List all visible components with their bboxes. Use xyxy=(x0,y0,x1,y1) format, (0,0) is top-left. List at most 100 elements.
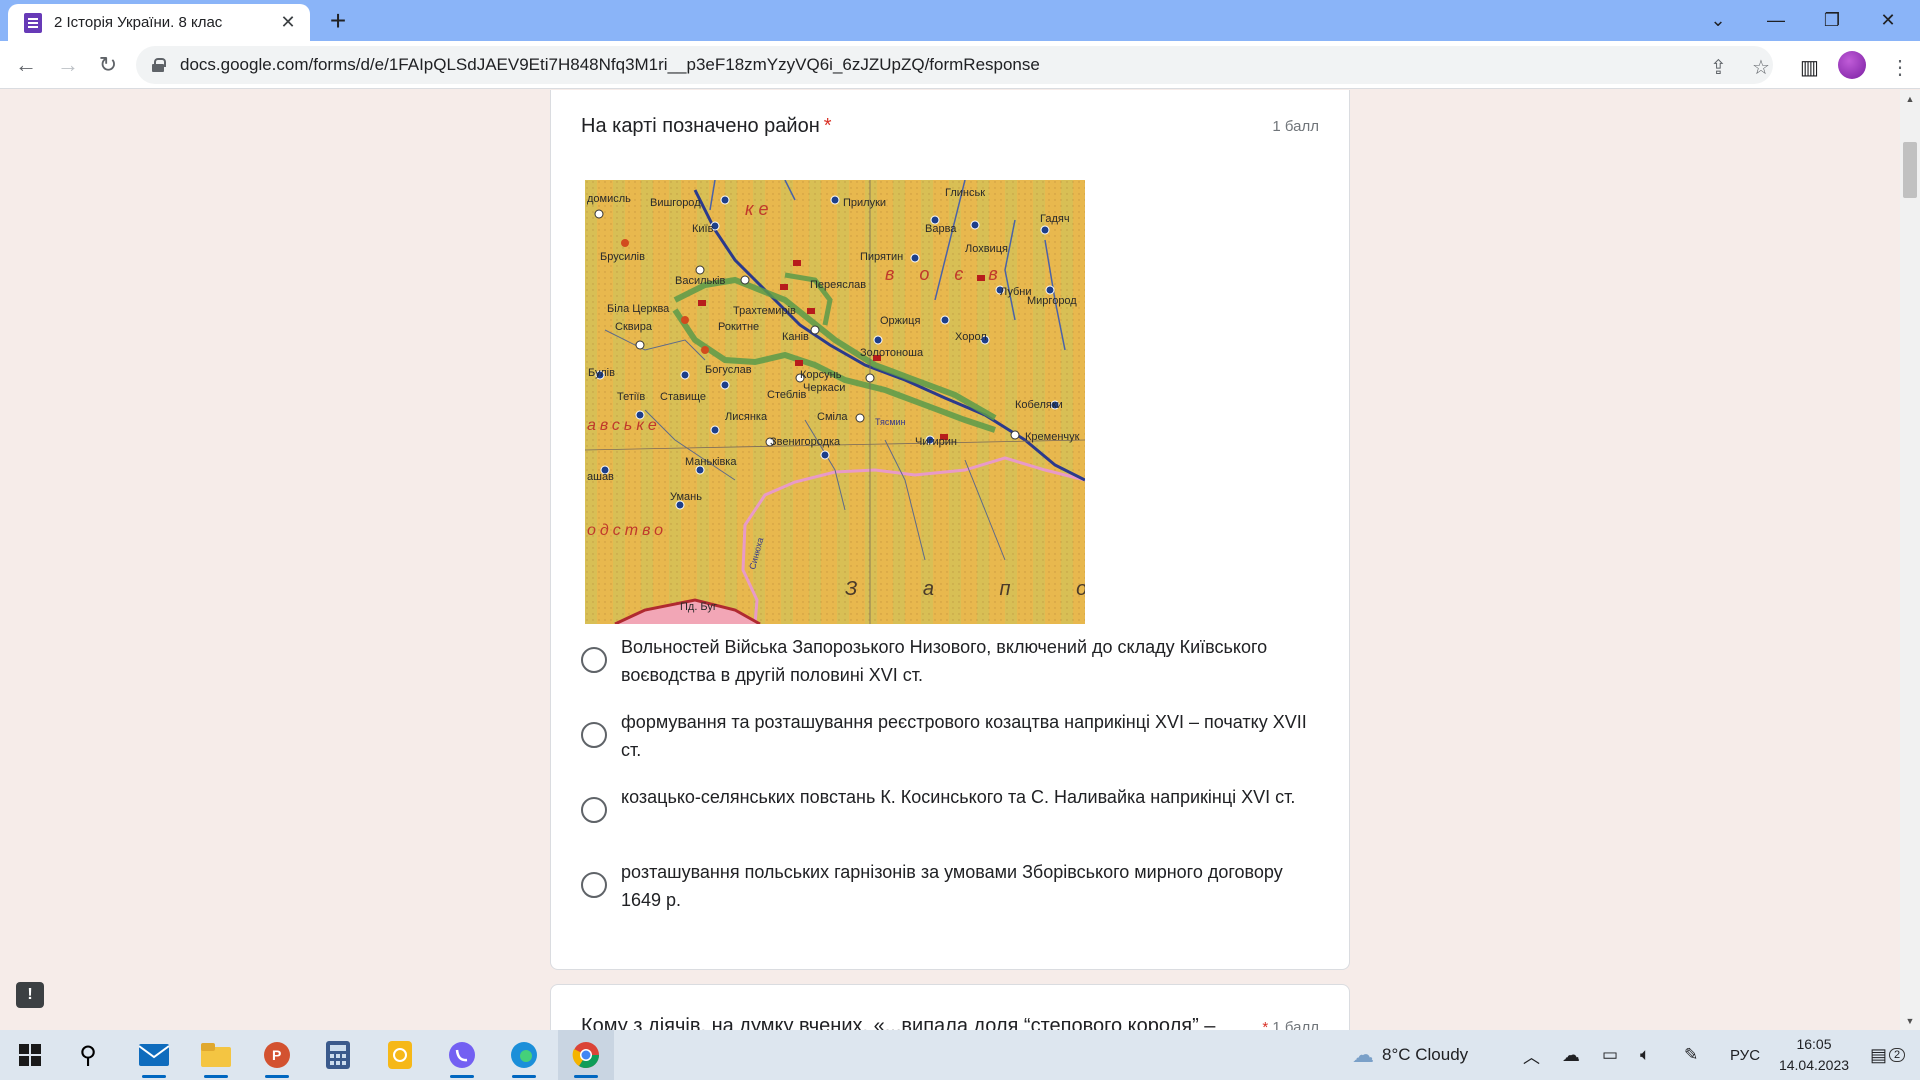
question-title: На карті позначено район * xyxy=(581,115,832,138)
svg-text:Тясмин: Тясмин xyxy=(875,417,906,427)
notification-icon: ▤ xyxy=(1870,1044,1888,1065)
question-points: 1 балл xyxy=(1272,118,1319,135)
question-card: На карті позначено район * 1 балл домисл… xyxy=(550,90,1350,970)
svg-text:Рокитне: Рокитне xyxy=(718,321,759,333)
windows-taskbar: ⚲ P ☁ 8°C Cloudy ︿ ☁ ▭ 🔈︎ ✎ РУС 16:05 14… xyxy=(0,1030,1920,1080)
search-icon[interactable]: ⚲ xyxy=(60,1030,116,1080)
profile-avatar[interactable] xyxy=(1838,51,1866,79)
show-hidden-icons-chevron-icon[interactable]: ︿ xyxy=(1523,1030,1540,1080)
svg-text:Корсунь: Корсунь xyxy=(800,369,842,381)
option-1-label[interactable]: Вольностей Війська Запорозького Низового… xyxy=(621,633,1321,689)
bookmark-star-icon[interactable]: ☆ xyxy=(1752,55,1770,80)
url-text[interactable]: docs.google.com/forms/d/e/1FAIpQLSdJAEV9… xyxy=(180,55,1040,75)
calculator-icon[interactable] xyxy=(310,1030,366,1080)
sticky-app-icon[interactable] xyxy=(372,1030,428,1080)
volume-icon[interactable]: 🔈︎ xyxy=(1640,1030,1650,1080)
notifications-button[interactable]: ▤ 2 xyxy=(1870,1030,1906,1080)
tab-strip: 2 Історія України. 8 клас ✕ + ⌄ — ❐ ✕ xyxy=(0,0,1920,41)
close-window-button[interactable]: ✕ xyxy=(1860,0,1916,41)
new-tab-button[interactable]: + xyxy=(322,6,354,38)
scroll-down-arrow-icon[interactable]: ▼ xyxy=(1900,1012,1920,1030)
notification-count: 2 xyxy=(1889,1048,1906,1062)
address-bar[interactable]: docs.google.com/forms/d/e/1FAIpQLSdJAEV9… xyxy=(136,46,1773,84)
powerpoint-icon[interactable]: P xyxy=(249,1030,305,1080)
page-scrollbar[interactable]: ▲ ▼ xyxy=(1900,90,1920,1030)
back-button[interactable]: ← xyxy=(10,49,42,81)
radio-button-option-1[interactable] xyxy=(581,647,607,673)
viber-icon[interactable] xyxy=(434,1030,490,1080)
share-icon[interactable]: ⇪ xyxy=(1710,55,1727,80)
option-4[interactable]: розташування польських гарнізонів за умо… xyxy=(581,858,1321,914)
svg-text:Тетіїв: Тетіїв xyxy=(617,391,645,403)
svg-text:Кобеляки: Кобеляки xyxy=(1015,399,1063,411)
browser-tab-active[interactable]: 2 Історія України. 8 клас ✕ xyxy=(8,4,310,41)
restore-button[interactable]: ❐ xyxy=(1804,0,1860,41)
reload-button[interactable]: ↻ xyxy=(92,49,124,81)
report-feedback-icon[interactable]: ! xyxy=(16,982,44,1008)
clock[interactable]: 16:05 14.04.2023 xyxy=(1764,1034,1864,1076)
svg-text:Кременчук: Кременчук xyxy=(1025,431,1080,443)
forward-button[interactable]: → xyxy=(52,49,84,81)
radio-button-option-2[interactable] xyxy=(581,722,607,748)
tab-search-chevron-icon[interactable]: ⌄ xyxy=(1690,0,1746,41)
option-2[interactable]: формування та розташування реєстрового к… xyxy=(581,708,1321,764)
svg-text:Оржиця: Оржиця xyxy=(880,315,920,327)
svg-text:Сміла: Сміла xyxy=(817,411,848,423)
svg-text:Київ: Київ xyxy=(692,223,714,235)
file-explorer-icon[interactable] xyxy=(188,1030,244,1080)
edge-icon[interactable] xyxy=(496,1030,552,1080)
option-1[interactable]: Вольностей Війська Запорозького Низового… xyxy=(581,633,1321,689)
svg-text:Умань: Умань xyxy=(670,491,702,503)
svg-text:Переяслав: Переяслав xyxy=(810,279,866,291)
question-2-title-text: Кому з діячів, на думку вчених, «...випа… xyxy=(581,1015,1216,1030)
cloud-icon: ☁ xyxy=(1352,1042,1374,1067)
svg-text:Трахтемирів: Трахтемирів xyxy=(733,305,796,317)
svg-text:Пд. Буг: Пд. Буг xyxy=(680,601,717,613)
tab-close-icon[interactable]: ✕ xyxy=(278,12,298,33)
start-button[interactable] xyxy=(2,1030,58,1080)
svg-text:Богуслав: Богуслав xyxy=(705,364,752,376)
svg-text:к е: к е xyxy=(745,199,769,219)
weather-widget[interactable]: ☁ 8°C Cloudy xyxy=(1352,1030,1468,1080)
option-3[interactable]: козацько-селянських повстань К. Косинськ… xyxy=(581,783,1321,823)
svg-text:Біла Церква: Біла Церква xyxy=(607,303,670,315)
question-2-points-text: 1 балл xyxy=(1272,1019,1319,1030)
required-asterisk-2: * xyxy=(1262,1019,1269,1030)
minimize-button[interactable]: — xyxy=(1748,0,1804,41)
navigation-bar: ← → ↻ docs.google.com/forms/d/e/1FAIpQLS… xyxy=(0,41,1920,89)
svg-text:Лисянка: Лисянка xyxy=(725,411,768,423)
svg-text:Маньківка: Маньківка xyxy=(685,456,737,468)
svg-text:Черкаси: Черкаси xyxy=(803,382,845,394)
radio-button-option-4[interactable] xyxy=(581,872,607,898)
svg-text:Сквира: Сквира xyxy=(615,321,653,333)
chrome-menu-icon[interactable]: ⋮ xyxy=(1890,55,1910,80)
chrome-icon[interactable] xyxy=(558,1030,614,1080)
option-2-label[interactable]: формування та розташування реєстрового к… xyxy=(621,708,1321,764)
mail-app-icon[interactable] xyxy=(126,1030,182,1080)
scroll-thumb[interactable] xyxy=(1903,142,1917,198)
lock-icon[interactable] xyxy=(152,58,166,72)
option-3-label[interactable]: козацько-селянських повстань К. Косинськ… xyxy=(621,783,1295,811)
question-2-points: * 1 балл xyxy=(1258,1019,1319,1030)
historical-map-image: домисль Вишгород Київ Прилуки Глинськ Га… xyxy=(585,180,1085,624)
svg-text:Варва: Варва xyxy=(925,223,957,235)
svg-text:З а п о: З а п о xyxy=(845,578,1085,600)
question-title-text: На карті позначено район xyxy=(581,115,820,137)
svg-text:Ставище: Ставище xyxy=(660,391,706,403)
svg-text:Звенигородка: Звенигородка xyxy=(770,436,841,448)
option-4-label[interactable]: розташування польських гарнізонів за умо… xyxy=(621,858,1321,914)
svg-text:Глинськ: Глинськ xyxy=(945,187,985,199)
language-indicator[interactable]: РУС xyxy=(1730,1030,1760,1080)
question-card-2: Кому з діячів, на думку вчених, «...випа… xyxy=(550,984,1350,1030)
svg-text:в о є в: в о є в xyxy=(885,264,1008,284)
battery-icon[interactable]: ▭ xyxy=(1602,1030,1618,1080)
weather-text: 8°C Cloudy xyxy=(1382,1045,1469,1064)
onedrive-cloud-icon[interactable]: ☁ xyxy=(1562,1030,1580,1080)
side-panel-icon[interactable]: ▥ xyxy=(1800,55,1819,80)
radio-button-option-3[interactable] xyxy=(581,797,607,823)
scroll-up-arrow-icon[interactable]: ▲ xyxy=(1900,90,1920,108)
pen-icon[interactable]: ✎ xyxy=(1684,1030,1698,1080)
tab-title: 2 Історія України. 8 клас xyxy=(54,14,223,31)
svg-text:авське: авське xyxy=(587,417,661,434)
windows-logo-icon xyxy=(19,1044,41,1066)
